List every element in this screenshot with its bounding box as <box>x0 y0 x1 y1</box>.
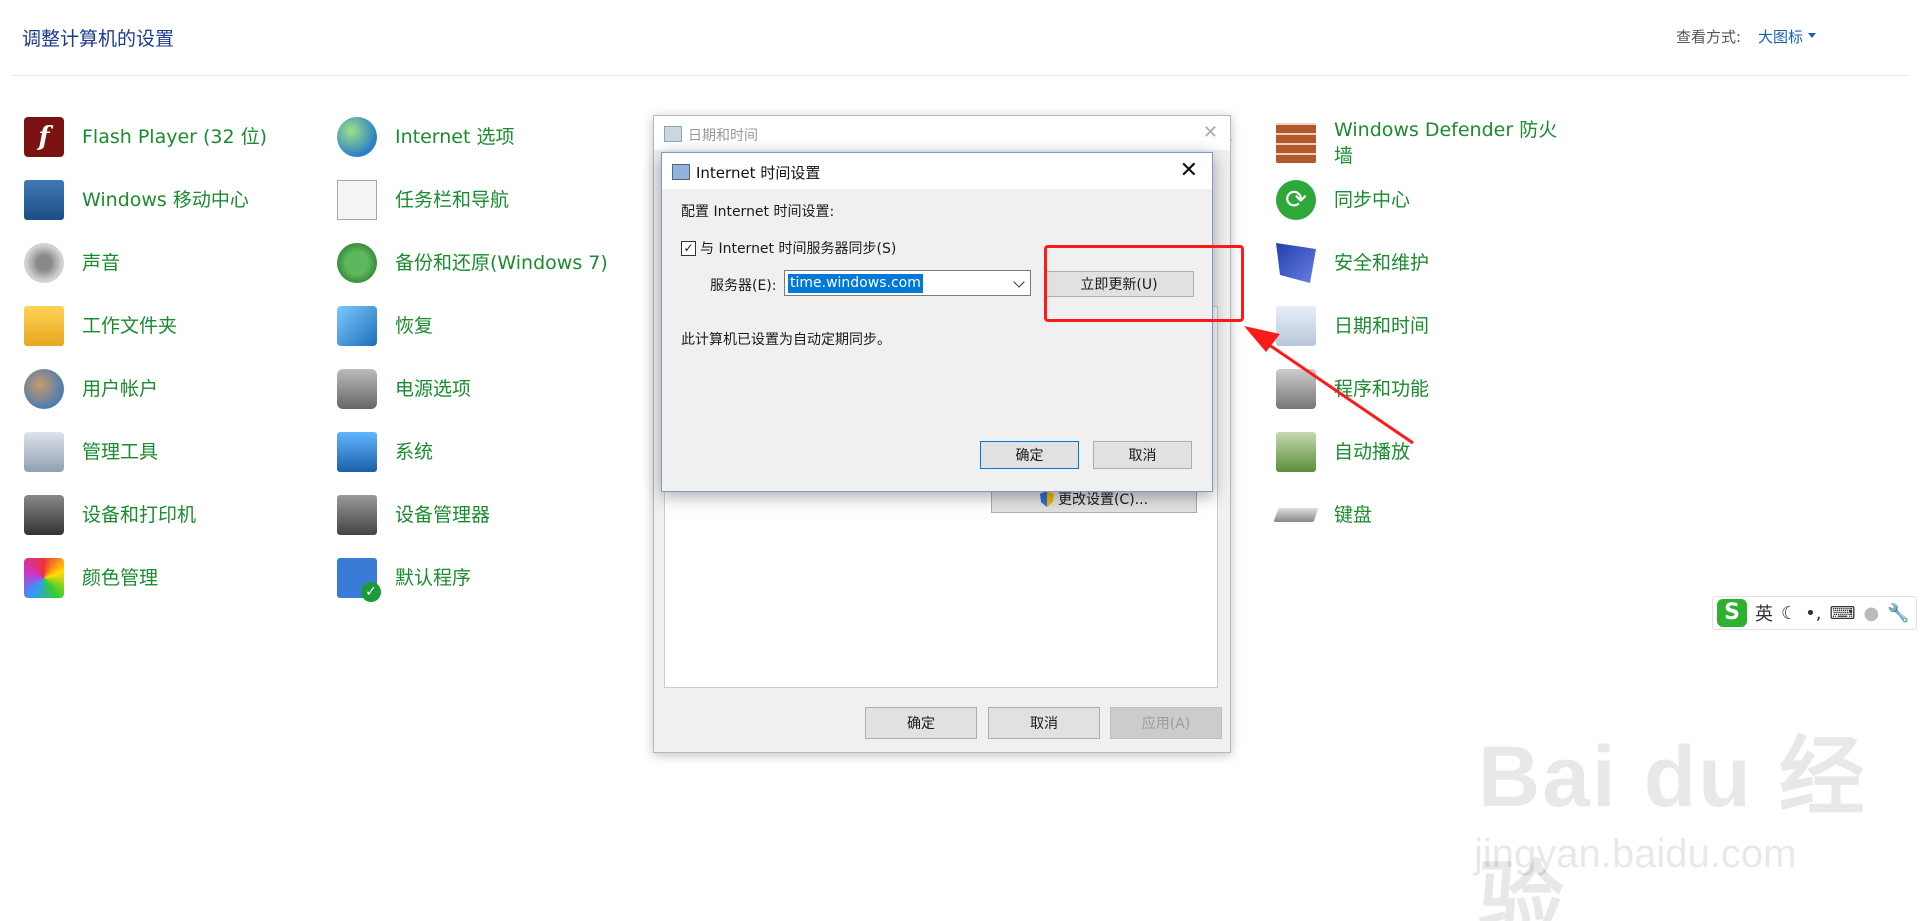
user-icon[interactable]: ● <box>1863 603 1879 624</box>
wrench-icon[interactable]: 🔧 <box>1887 603 1909 624</box>
arrow-shaft <box>1261 338 1414 445</box>
watermark-logo: Bai du 经验 <box>1478 729 1867 921</box>
keyboard-icon[interactable]: ⌨ <box>1829 603 1855 624</box>
control-panel-window: { "header": { "title": "调整计算机的设置", "view… <box>0 0 1920 921</box>
moon-icon[interactable]: ☾ <box>1781 603 1797 624</box>
ime-mode-label[interactable]: 英 <box>1755 600 1773 626</box>
punctuation-icon[interactable]: •, <box>1805 603 1821 624</box>
watermark-url: jingyan.baidu.com <box>1474 832 1797 876</box>
ime-toolbar[interactable]: S 英 ☾ •, ⌨ ● 🔧 <box>1712 596 1917 630</box>
sogou-logo-icon[interactable]: S <box>1717 599 1747 627</box>
